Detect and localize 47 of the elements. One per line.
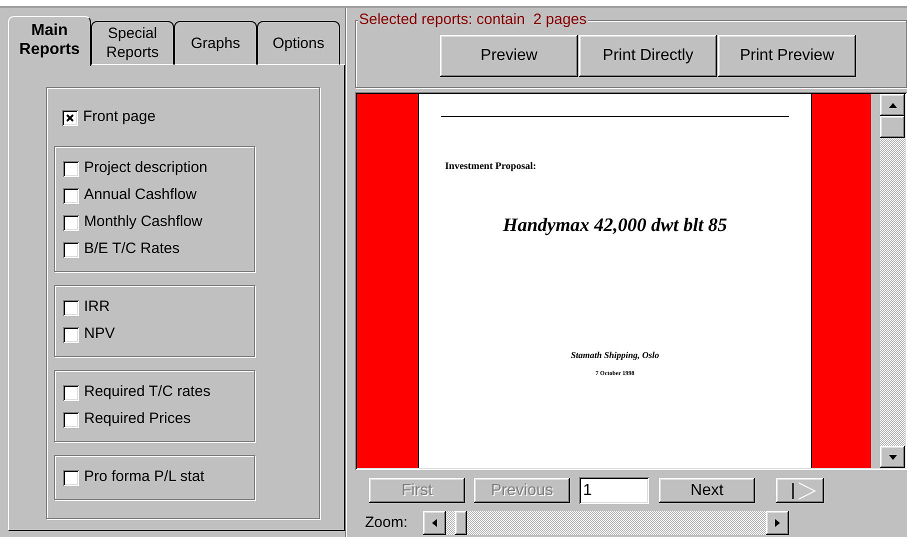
selection-summary: Selected reports: contain 2 pages — [358, 11, 588, 29]
tab[interactable]: Main Reports — [8, 16, 91, 66]
checkbox-label: Annual Cashflow — [84, 185, 197, 206]
checkbox-label: Pro forma P/L stat — [84, 467, 204, 488]
scroll-down-button[interactable] — [880, 446, 905, 468]
tab[interactable]: Options — [257, 21, 340, 65]
scroll-up-button[interactable] — [880, 94, 905, 116]
company-name: Stamath Shipping, Oslo — [570, 348, 660, 362]
checkbox-label: Required Prices — [84, 409, 191, 430]
last-page-button[interactable] — [776, 478, 824, 503]
action-button[interactable]: Print Directly — [579, 35, 717, 77]
zoom-right-button[interactable] — [766, 511, 789, 535]
left-arrow-icon — [432, 519, 437, 527]
action-button[interactable]: Preview — [440, 35, 578, 77]
cross-icon — [66, 114, 74, 122]
report-title: Handymax 42,000 dwt blt 85 — [502, 214, 728, 238]
scroll-thumb[interactable] — [880, 116, 905, 138]
checkbox[interactable] — [63, 160, 79, 176]
next-button[interactable]: Next — [659, 478, 755, 503]
checkbox[interactable] — [62, 110, 78, 126]
checkbox-label: NPV — [84, 324, 115, 344]
checkbox[interactable] — [63, 326, 79, 342]
tab[interactable]: Special Reports — [91, 21, 174, 65]
checkbox[interactable] — [63, 242, 79, 258]
zoom-label: Zoom: — [365, 512, 408, 533]
checkbox[interactable] — [63, 214, 79, 230]
up-arrow-icon — [888, 102, 896, 108]
zoom-slider-thumb[interactable] — [454, 511, 467, 535]
checkbox-label: IRR — [84, 297, 110, 318]
page-number-field[interactable]: 1 — [579, 477, 649, 504]
checkbox-label: B/E T/C Rates — [84, 239, 180, 260]
checkbox[interactable] — [63, 300, 79, 316]
checkbox[interactable] — [63, 470, 79, 486]
checkbox[interactable] — [63, 384, 79, 400]
vertical-scrollbar[interactable] — [880, 94, 905, 468]
zoom-left-button[interactable] — [422, 511, 446, 535]
action-button[interactable]: Print Preview — [718, 35, 856, 77]
checkbox-label: Required T/C rates — [84, 382, 210, 402]
checkbox-label: Project description — [84, 158, 208, 178]
tab[interactable]: Graphs — [174, 21, 257, 65]
report-heading: Investment Proposal: — [445, 160, 536, 174]
right-arrow-icon — [774, 519, 780, 527]
down-arrow-icon — [888, 454, 896, 460]
checkbox[interactable] — [63, 188, 79, 204]
checkbox-label: Monthly Cashflow — [84, 212, 202, 232]
checkbox-label: Front page — [83, 107, 156, 128]
checkbox[interactable] — [63, 412, 79, 428]
